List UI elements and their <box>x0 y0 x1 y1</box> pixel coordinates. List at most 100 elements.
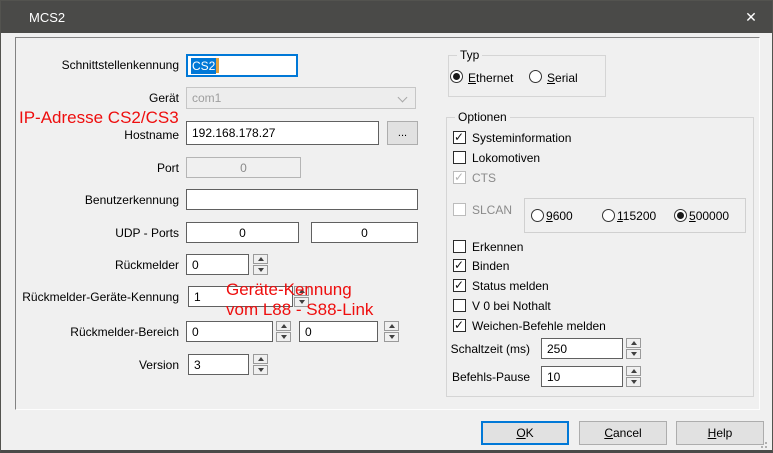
checkbox-slcan-label: SLCAN <box>472 203 512 217</box>
checkbox-erkennen-label[interactable]: Erkennen <box>472 240 523 254</box>
port-label: Port <box>19 161 179 175</box>
radio-500000-label[interactable]: 500000 <box>689 209 729 223</box>
spin-down-icon <box>631 380 637 384</box>
checkbox-status-melden[interactable]: ✓ <box>453 279 466 292</box>
spin-up-icon <box>258 357 264 361</box>
spin-up-icon <box>258 257 264 261</box>
spin-down-button[interactable] <box>626 377 641 387</box>
spin-up-button[interactable] <box>253 354 268 364</box>
benutzerkennung-label: Benutzerkennung <box>19 193 179 207</box>
checkbox-binden-label[interactable]: Binden <box>472 259 509 273</box>
check-icon: ✓ <box>454 318 464 332</box>
spin-up-button[interactable] <box>384 321 399 331</box>
spin-up-button[interactable] <box>626 366 641 376</box>
schaltzeit-input[interactable] <box>541 338 623 359</box>
radio-9600-label[interactable]: 9600 <box>546 209 573 223</box>
text-caret <box>216 58 219 73</box>
radio-9600[interactable] <box>531 209 544 222</box>
schaltzeit-label: Schaltzeit (ms) <box>436 342 530 356</box>
checkbox-binden[interactable]: ✓ <box>453 259 466 272</box>
spin-down-icon <box>631 352 637 356</box>
cancel-button[interactable]: Cancel <box>579 421 667 445</box>
close-button[interactable]: ✕ <box>738 6 764 28</box>
udp-port1-input[interactable] <box>186 222 299 243</box>
radio-115200-label[interactable]: 115200 <box>617 209 656 223</box>
rueckmelder-bereich2-input[interactable] <box>299 321 378 342</box>
udp-ports-label: UDP - Ports <box>19 226 179 240</box>
radio-115200[interactable] <box>602 209 615 222</box>
hostname-browse-button[interactable]: ... <box>387 121 418 145</box>
check-icon: ✓ <box>454 258 464 272</box>
spin-down-button[interactable] <box>253 265 268 275</box>
check-icon: ✓ <box>454 278 464 292</box>
rueckmelder-bereich1-input[interactable] <box>186 321 273 342</box>
geraet-value: com1 <box>192 91 221 105</box>
radio-serial[interactable] <box>529 70 542 83</box>
annotation-geraete-kennung-line1: Geräte-Kennung <box>226 280 352 300</box>
rueckmelder-bereich2-spinner <box>384 321 399 342</box>
checkbox-v0-nothalt-label[interactable]: V 0 bei Nothalt <box>472 299 551 313</box>
resize-grip[interactable] <box>758 439 767 448</box>
spin-down-button[interactable] <box>626 349 641 359</box>
window-titlebar[interactable]: MCS2 ✕ <box>1 1 772 33</box>
checkbox-weichen-befehle[interactable]: ✓ <box>453 319 466 332</box>
spin-down-button[interactable] <box>384 332 399 342</box>
spin-up-button[interactable] <box>276 321 291 331</box>
spin-down-icon <box>281 335 287 339</box>
check-icon: ✓ <box>454 130 464 144</box>
hostname-input[interactable] <box>186 121 379 145</box>
checkbox-lokomotiven[interactable] <box>453 151 466 164</box>
radio-500000[interactable] <box>674 209 687 222</box>
rueckmelder-spinner <box>253 254 268 275</box>
check-icon: ✓ <box>454 170 464 184</box>
rueckmelder-input[interactable] <box>186 254 249 275</box>
typ-group-title: Typ <box>457 48 482 62</box>
port-input <box>186 157 301 178</box>
radio-ethernet-label[interactable]: Ethernet <box>468 71 513 85</box>
spin-down-icon <box>389 335 395 339</box>
spin-up-icon <box>631 369 637 373</box>
schnittstellenkennung-input[interactable]: CS2 <box>186 54 298 77</box>
rueckmelder-bereich1-spinner <box>276 321 291 342</box>
geraet-combobox: com1 <box>186 87 416 109</box>
radio-serial-label[interactable]: Serial <box>547 71 578 85</box>
befehls-pause-spinner <box>626 366 641 387</box>
schaltzeit-spinner <box>626 338 641 359</box>
selected-text: CS2 <box>191 58 216 74</box>
checkbox-systeminformation[interactable]: ✓ <box>453 131 466 144</box>
spin-down-button[interactable] <box>253 365 268 375</box>
window-title: MCS2 <box>29 10 65 25</box>
radio-ethernet[interactable] <box>450 70 463 83</box>
spin-up-icon <box>389 324 395 328</box>
spin-up-button[interactable] <box>253 254 268 264</box>
checkbox-status-melden-label[interactable]: Status melden <box>472 279 549 293</box>
schnittstellenkennung-label: Schnittstellenkennung <box>19 58 179 72</box>
checkbox-lokomotiven-label[interactable]: Lokomotiven <box>472 151 540 165</box>
ok-button[interactable]: OK <box>481 421 569 445</box>
rueckmelder-geraete-kennung-label: Rückmelder-Geräte-Kennung <box>19 290 179 304</box>
udp-port2-input[interactable] <box>311 222 418 243</box>
spin-up-button[interactable] <box>626 338 641 348</box>
benutzerkennung-input[interactable] <box>186 189 418 210</box>
checkbox-weichen-befehle-label[interactable]: Weichen-Befehle melden <box>472 319 606 333</box>
spin-down-button[interactable] <box>276 332 291 342</box>
version-spinner <box>253 354 268 375</box>
befehls-pause-input[interactable] <box>541 366 623 387</box>
chevron-down-icon <box>398 93 408 103</box>
checkbox-v0-nothalt[interactable] <box>453 299 466 312</box>
optionen-group-title: Optionen <box>455 110 510 124</box>
checkbox-erkennen[interactable] <box>453 240 466 253</box>
checkbox-systeminformation-label[interactable]: Systeminformation <box>472 131 571 145</box>
checkbox-cts: ✓ <box>453 171 466 184</box>
dialog-mcs2: MCS2 ✕ Schnittstellenkennung CS2 Gerät c… <box>0 0 773 453</box>
spin-down-icon <box>258 368 264 372</box>
hostname-label: Hostname <box>19 128 179 142</box>
help-button[interactable]: Help <box>676 421 764 445</box>
annotation-geraete-kennung-line2: vom L88 - S88-Link <box>226 300 373 320</box>
version-input[interactable] <box>188 354 249 375</box>
checkbox-cts-label: CTS <box>472 171 496 185</box>
rueckmelder-bereich-label: Rückmelder-Bereich <box>19 325 179 339</box>
rueckmelder-label: Rückmelder <box>19 258 179 272</box>
version-label: Version <box>19 358 179 372</box>
close-icon: ✕ <box>745 9 757 26</box>
